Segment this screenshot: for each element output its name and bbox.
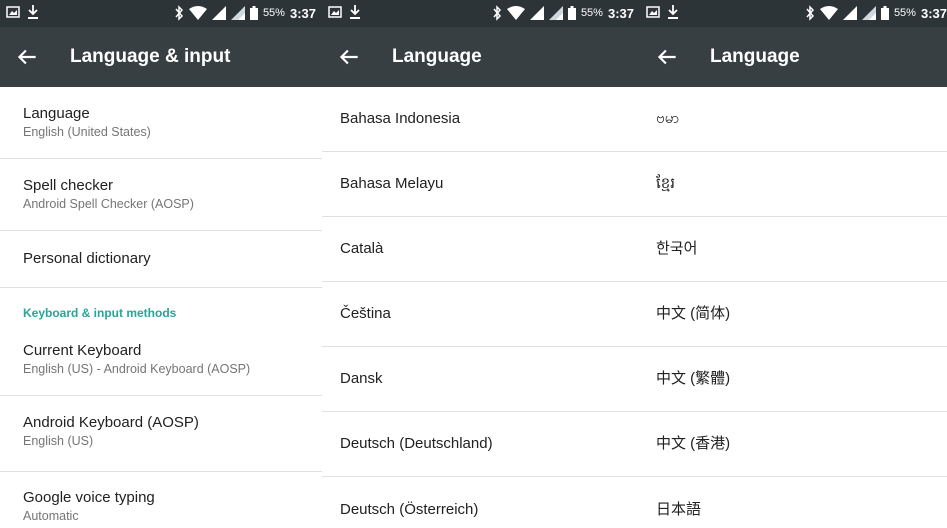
setting-summary: English (US) [23, 434, 94, 448]
language-name: 中文 (香港) [656, 435, 731, 452]
app-bar: Language & input [0, 27, 322, 87]
language-name: Català [340, 240, 384, 257]
category-header: Keyboard & input methods [23, 306, 177, 320]
setting-spell-checker[interactable]: Spell checker Android Spell Checker (AOS… [0, 159, 322, 231]
battery-icon [249, 6, 258, 20]
language-list: Bahasa Indonesia Bahasa Melayu Català Če… [322, 87, 640, 528]
page-title: Language [710, 46, 800, 67]
clock: 3:37 [607, 5, 634, 21]
language-item[interactable]: 中文 (繁體) [640, 347, 947, 412]
setting-current-keyboard[interactable]: Current Keyboard English (US) - Android … [0, 329, 322, 396]
status-bar: 55% 3:37 [640, 0, 947, 27]
status-left [646, 4, 680, 20]
signal-icon [861, 6, 876, 20]
battery-percent: 55% [893, 7, 916, 19]
setting-android-keyboard[interactable]: Android Keyboard (AOSP) English (US) [0, 396, 322, 472]
wifi-icon [506, 6, 525, 20]
signal-icon [230, 6, 245, 20]
language-name: Bahasa Melayu [340, 175, 444, 192]
setting-title: Spell checker [23, 177, 114, 194]
screens: 55% 3:37 Language & input Language Engli… [0, 0, 947, 528]
setting-title: Google voice typing [23, 489, 155, 506]
settings-list: Language English (United States) Spell c… [0, 87, 322, 528]
signal-icon [548, 6, 563, 20]
language-item[interactable]: Bahasa Indonesia [322, 87, 640, 152]
setting-personal-dictionary[interactable]: Personal dictionary [0, 231, 322, 288]
setting-summary: Automatic [23, 509, 79, 523]
language-name: Deutsch (Deutschland) [340, 435, 493, 452]
language-name: 한국어 [656, 240, 698, 257]
language-name: Bahasa Indonesia [340, 110, 461, 127]
download-icon [28, 5, 38, 19]
setting-title: Personal dictionary [23, 250, 151, 267]
battery-icon [880, 6, 889, 20]
setting-title: Language [23, 105, 90, 122]
setting-title: Android Keyboard (AOSP) [23, 414, 199, 431]
signal-icon [529, 6, 544, 20]
app-bar: Language [322, 27, 640, 87]
screenshot-icon [6, 6, 20, 18]
clock: 3:37 [289, 5, 316, 21]
setting-language[interactable]: Language English (United States) [0, 87, 322, 159]
status-bar: 55% 3:37 [0, 0, 322, 27]
language-list: ဗမာ ខ្មែរ 한국어 中文 (简体) 中文 (繁體) 中文 (香港) 日本… [640, 87, 947, 528]
setting-title: Current Keyboard [23, 342, 142, 359]
screenshot-icon [328, 6, 342, 18]
download-icon [668, 5, 678, 19]
status-left [6, 4, 40, 20]
clock: 3:37 [920, 5, 947, 21]
language-item[interactable]: ဗမာ [640, 87, 947, 152]
battery-percent: 55% [262, 7, 285, 19]
battery-percent: 55% [580, 7, 603, 19]
battery-icon [567, 6, 576, 20]
screen-language-and-input: 55% 3:37 Language & input Language Engli… [0, 0, 322, 528]
page-title: Language [392, 46, 482, 67]
setting-google-voice-typing[interactable]: Google voice typing Automatic [0, 472, 322, 528]
setting-summary: Android Spell Checker (AOSP) [23, 197, 194, 211]
back-arrow-icon[interactable] [654, 44, 680, 70]
language-item[interactable]: ខ្មែរ [640, 152, 947, 217]
setting-summary: English (United States) [23, 125, 151, 139]
status-left [328, 4, 362, 20]
status-right: 55% 3:37 [174, 5, 316, 21]
page-title: Language & input [70, 46, 231, 67]
wifi-icon [188, 6, 207, 20]
language-name: 中文 (繁體) [656, 370, 731, 387]
bluetooth-icon [806, 5, 814, 21]
back-arrow-icon[interactable] [336, 44, 362, 70]
language-name: ဗမာ [656, 110, 680, 127]
download-icon [350, 5, 360, 19]
bluetooth-icon [175, 5, 183, 21]
language-item[interactable]: Dansk [322, 347, 640, 412]
language-item[interactable]: Deutsch (Österreich) [322, 477, 640, 528]
language-name: Deutsch (Österreich) [340, 500, 479, 518]
language-item[interactable]: Deutsch (Deutschland) [322, 412, 640, 477]
screen-language-list-1: 55% 3:37 Language Bahasa Indonesia Bahas… [322, 0, 640, 528]
app-bar: Language [640, 27, 947, 87]
language-name: Dansk [340, 370, 383, 387]
language-item[interactable]: 한국어 [640, 217, 947, 282]
setting-summary: English (US) - Android Keyboard (AOSP) [23, 362, 251, 376]
language-item[interactable]: Català [322, 217, 640, 282]
language-item[interactable]: 中文 (香港) [640, 412, 947, 477]
status-right: 55% 3:37 [492, 5, 634, 21]
language-name: Čeština [340, 305, 391, 322]
back-arrow-icon[interactable] [14, 44, 40, 70]
screenshot-icon [646, 6, 660, 18]
wifi-icon [819, 6, 838, 20]
language-item[interactable]: 中文 (简体) [640, 282, 947, 347]
signal-icon [211, 6, 226, 20]
signal-icon [842, 6, 857, 20]
language-item[interactable]: 日本語 [640, 477, 947, 528]
language-name: 中文 (简体) [656, 305, 731, 322]
status-right: 55% 3:37 [805, 5, 947, 21]
language-item[interactable]: Čeština [322, 282, 640, 347]
screen-language-list-2: 55% 3:37 Language ဗမာ ខ្មែរ 한국어 中文 (简体) … [640, 0, 947, 528]
language-name: 日本語 [656, 500, 702, 518]
bluetooth-icon [493, 5, 501, 21]
language-item[interactable]: Bahasa Melayu [322, 152, 640, 217]
status-bar: 55% 3:37 [322, 0, 640, 27]
language-name: ខ្មែរ [656, 175, 676, 192]
